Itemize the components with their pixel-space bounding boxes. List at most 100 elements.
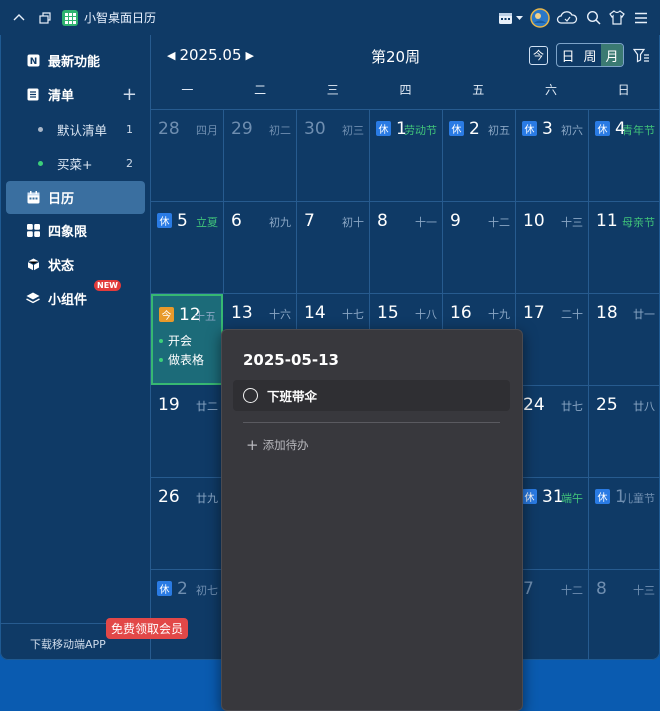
widgets-layers-icon xyxy=(26,292,40,306)
calendar-day-cell[interactable]: 19 廿二 xyxy=(151,386,224,478)
calendar-day-cell[interactable]: 24 廿七 xyxy=(516,386,589,478)
calendar-day-cell[interactable]: 休 4 青年节 xyxy=(589,110,660,202)
sidebar-item-quadrant[interactable]: 四象限 xyxy=(6,214,145,247)
calendar-day-cell[interactable]: 休 2 初七 xyxy=(151,570,224,660)
todo-text: 下班带伞 xyxy=(267,389,318,404)
day-number: 25 xyxy=(596,395,618,415)
calendar-day-cell[interactable]: 18 廿一 xyxy=(589,294,660,386)
sidebar-item-label: 清单 xyxy=(48,89,75,104)
calendar-day-cell[interactable]: 休 3 初六 xyxy=(516,110,589,202)
day-detail-popup: 2025-05-13 下班带伞 + 添加待办 xyxy=(221,329,523,711)
day-number: 28 xyxy=(158,119,180,139)
view-day-button[interactable]: 日 xyxy=(557,44,579,66)
festival-label: 劳动节 xyxy=(404,124,437,137)
new-features-icon: N xyxy=(26,54,40,68)
calendar-day-cell[interactable]: 7 十二 xyxy=(516,570,589,660)
menu-icon[interactable] xyxy=(632,9,650,27)
svg-text:N: N xyxy=(29,57,37,67)
today-button[interactable]: 今 xyxy=(529,45,548,65)
event-item[interactable]: 开会 xyxy=(159,332,192,349)
calendar-dropdown-icon[interactable] xyxy=(498,9,524,27)
search-icon[interactable] xyxy=(584,9,602,27)
calendar-icon xyxy=(26,191,40,205)
weekday-label: 一 xyxy=(181,83,194,97)
calendar-day-cell[interactable]: 29 初二 xyxy=(224,110,297,202)
todo-item[interactable]: 下班带伞 xyxy=(233,380,510,411)
festival-label: 端午 xyxy=(561,492,583,505)
filter-icon[interactable] xyxy=(632,46,650,64)
add-list-button[interactable]: + xyxy=(122,85,137,104)
calendar-day-cell[interactable]: 8 十三 xyxy=(589,570,660,660)
festival-label: 儿童节 xyxy=(622,492,655,505)
lunar-date: 廿九 xyxy=(196,492,218,505)
calendar-day-cell[interactable]: 6 初九 xyxy=(224,202,297,294)
day-number: 7 xyxy=(304,211,315,231)
next-month-icon[interactable]: ▶ xyxy=(246,49,254,62)
download-app-link[interactable]: 下载移动端APP xyxy=(30,636,106,652)
sidebar-item-status[interactable]: 状态 xyxy=(6,248,145,281)
calendar-day-cell[interactable]: 17 二十 xyxy=(516,294,589,386)
day-number: 17 xyxy=(523,303,545,323)
calendar-day-cell[interactable]: 休 2 初五 xyxy=(443,110,516,202)
avatar[interactable] xyxy=(530,7,550,28)
lunar-date: 十二 xyxy=(488,216,510,229)
add-todo-button[interactable]: + 添加待办 xyxy=(246,436,309,454)
weekday-label: 三 xyxy=(326,83,339,97)
calendar-day-cell[interactable]: 休 5 立夏 xyxy=(151,202,224,294)
sidebar-item-lists[interactable]: 清单 + xyxy=(6,78,145,111)
calendar-day-cell[interactable]: 11 母亲节 xyxy=(589,202,660,294)
month-navigator: ◀ 2025.05 ▶ xyxy=(163,46,258,64)
calendar-day-cell[interactable]: 休 1 儿童节 xyxy=(589,478,660,570)
calendar-day-cell[interactable]: 休 31 端午 xyxy=(516,478,589,570)
sidebar-item-label: 最新功能 xyxy=(48,55,101,70)
today-tag: 今 xyxy=(159,307,174,322)
event-dot xyxy=(159,338,163,343)
sidebar-item-label: 四象限 xyxy=(48,225,88,240)
lunar-date: 廿二 xyxy=(196,400,218,413)
calendar-day-cell[interactable]: 25 廿八 xyxy=(589,386,660,478)
lunar-date: 初九 xyxy=(269,216,291,229)
cloud-sync-icon[interactable] xyxy=(556,9,578,27)
calendar-day-cell[interactable]: 8 十一 xyxy=(370,202,443,294)
view-week-button[interactable]: 周 xyxy=(579,44,601,66)
sidebar-item-label: 小组件 xyxy=(48,293,88,308)
pin-window-icon[interactable] xyxy=(36,9,54,27)
lunar-date: 廿七 xyxy=(561,400,583,413)
sidebar: N 最新功能 清单 + 默认清单 1 买菜+ 2 日历 四象限 状态 小组件 N… xyxy=(0,35,189,660)
lunar-date: 四月 xyxy=(196,124,218,137)
calendar-header: ◀ 2025.05 ▶ 第20周 今 日 周 月 xyxy=(151,35,660,75)
sidebar-item-widgets[interactable]: 小组件 NEW xyxy=(6,280,145,315)
calendar-day-cell[interactable]: 26 廿九 xyxy=(151,478,224,570)
todo-checkbox[interactable] xyxy=(243,388,258,403)
event-title: 开会 xyxy=(168,334,193,348)
holiday-rest-tag: 休 xyxy=(595,489,610,504)
event-item[interactable]: 做表格 xyxy=(159,351,204,368)
sidebar-item-new-features[interactable]: N 最新功能 xyxy=(6,44,145,77)
calendar-day-cell[interactable]: 28 四月 xyxy=(151,110,224,202)
list-item-groceries[interactable]: 买菜+ 2 xyxy=(6,148,145,178)
calendar-day-cell[interactable]: 休 1 劳动节 xyxy=(370,110,443,202)
day-number: 19 xyxy=(158,395,180,415)
holiday-rest-tag: 休 xyxy=(376,121,391,136)
skin-shirt-icon[interactable] xyxy=(608,9,626,27)
event-title: 做表格 xyxy=(168,353,205,367)
sidebar-item-calendar[interactable]: 日历 xyxy=(6,181,145,214)
quadrant-grid-icon xyxy=(26,224,40,238)
lunar-date: 十七 xyxy=(342,308,364,321)
collapse-chevron-up-icon[interactable] xyxy=(10,9,28,27)
list-item-default[interactable]: 默认清单 1 xyxy=(6,114,145,144)
calendar-day-cell[interactable]: 9 十二 xyxy=(443,202,516,294)
weekday-label: 四 xyxy=(399,83,412,97)
calendar-day-cell[interactable]: 7 初十 xyxy=(297,202,370,294)
lunar-date: 十五 xyxy=(194,310,216,323)
divider xyxy=(243,422,500,423)
day-number: 13 xyxy=(231,303,253,323)
view-month-button[interactable]: 月 xyxy=(601,44,623,66)
sidebar-item-label: 状态 xyxy=(48,259,75,274)
calendar-day-cell[interactable]: 30 初三 xyxy=(297,110,370,202)
calendar-day-cell[interactable]: 今 12 十五 开会 做表格 xyxy=(151,294,223,385)
day-number: 7 xyxy=(523,579,534,599)
prev-month-icon[interactable]: ◀ xyxy=(167,49,175,62)
day-number: 14 xyxy=(304,303,326,323)
calendar-day-cell[interactable]: 10 十三 xyxy=(516,202,589,294)
